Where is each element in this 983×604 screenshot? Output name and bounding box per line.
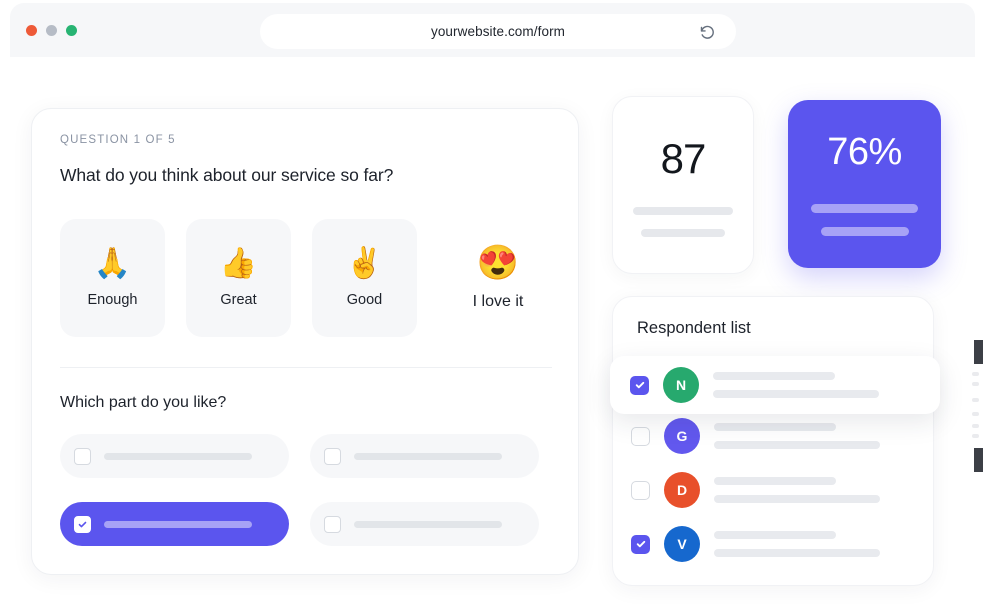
avatar: N <box>663 367 699 403</box>
checkbox-icon[interactable] <box>631 480 650 500</box>
checkbox-row-4[interactable] <box>310 502 539 546</box>
respondent-placeholder-lines <box>714 477 915 503</box>
respondent-row[interactable]: D <box>613 463 933 517</box>
thumbs-up-emoji: 👍 <box>219 246 258 280</box>
question-card: QUESTION 1 OF 5 What do you think about … <box>31 108 579 575</box>
respondent-placeholder-lines <box>713 372 920 398</box>
edge-artifact <box>972 424 979 428</box>
maximize-window-button[interactable] <box>66 25 77 36</box>
respondent-list-title: Respondent list <box>637 319 751 337</box>
emoji-option-label: I love it <box>472 292 524 310</box>
edge-artifact <box>972 434 979 438</box>
browser-toolbar: yourwebsite.com/form <box>10 3 975 57</box>
stat-card-count: 87 <box>612 96 754 274</box>
placeholder-bar <box>641 229 725 237</box>
question-title: What do you think about our service so f… <box>60 165 394 185</box>
avatar: G <box>664 418 700 454</box>
edge-artifact <box>972 398 979 402</box>
placeholder-bar <box>714 495 880 503</box>
stat-value: 76% <box>827 131 902 173</box>
respondent-row-highlighted[interactable]: N <box>610 356 940 414</box>
checkbox-option-group <box>60 434 556 546</box>
close-window-button[interactable] <box>26 25 37 36</box>
edge-artifact <box>972 382 979 386</box>
placeholder-bar <box>104 520 252 528</box>
emoji-option-label: Good <box>346 291 383 308</box>
checkbox-row-3-selected[interactable] <box>60 502 289 546</box>
stat-card-percentage: 76% <box>788 100 941 268</box>
edge-artifact <box>974 340 983 364</box>
placeholder-bar <box>104 452 252 460</box>
respondent-row[interactable]: V <box>613 517 933 571</box>
question-progress-label: QUESTION 1 OF 5 <box>60 134 176 146</box>
edge-artifact <box>972 412 979 416</box>
emoji-option-label: Great <box>220 291 257 308</box>
placeholder-bar <box>714 549 880 557</box>
avatar: V <box>664 526 700 562</box>
avatar: D <box>664 472 700 508</box>
placeholder-bar <box>714 477 836 485</box>
stat-placeholder-group <box>613 207 753 237</box>
respondent-placeholder-lines <box>714 531 915 557</box>
checkbox-icon[interactable] <box>324 515 341 533</box>
checkbox-icon[interactable] <box>324 447 341 465</box>
checkbox-icon[interactable] <box>74 447 91 465</box>
checkbox-row-1[interactable] <box>60 434 289 478</box>
emoji-option-label: Enough <box>87 291 138 308</box>
placeholder-bar <box>354 520 502 528</box>
checkbox-row-2[interactable] <box>310 434 539 478</box>
placeholder-bar <box>714 531 836 539</box>
edge-artifact <box>974 448 983 472</box>
placeholder-bar <box>713 390 879 398</box>
subquestion-title: Which part do you like? <box>60 394 227 411</box>
smiling-face-with-hearts-emoji: 😍 <box>476 243 520 282</box>
placeholder-bar <box>714 423 836 431</box>
placeholder-bar <box>713 372 835 380</box>
placeholder-bar <box>811 204 918 213</box>
placeholder-bar <box>354 452 502 460</box>
emoji-option-great[interactable]: 👍 Great <box>186 219 291 337</box>
respondent-placeholder-lines <box>714 423 915 449</box>
victory-hand-emoji: ✌️ <box>345 246 384 280</box>
checkbox-icon[interactable] <box>631 534 650 554</box>
address-bar[interactable]: yourwebsite.com/form <box>260 14 736 49</box>
respondent-row[interactable]: G <box>613 409 933 463</box>
browser-mockup: yourwebsite.com/form QUESTION 1 OF 5 Wha… <box>0 0 983 604</box>
placeholder-bar <box>714 441 880 449</box>
emoji-option-good[interactable]: ✌️ Good <box>312 219 417 337</box>
edge-artifact <box>972 372 979 376</box>
placeholder-bar <box>820 227 909 236</box>
checkbox-icon[interactable] <box>631 426 650 446</box>
respondent-list-card: Respondent list N G <box>612 296 934 586</box>
emoji-option-i-love-it[interactable]: 😍 I love it <box>438 214 558 342</box>
window-controls <box>26 25 77 36</box>
reload-icon[interactable] <box>699 23 716 40</box>
emoji-option-group: 🙏 Enough 👍 Great ✌️ Good 😍 I love it <box>60 219 560 341</box>
minimize-window-button[interactable] <box>46 25 57 36</box>
checkbox-icon[interactable] <box>630 375 649 395</box>
stat-value: 87 <box>660 135 707 182</box>
checkbox-icon[interactable] <box>74 515 91 533</box>
url-text: yourwebsite.com/form <box>430 24 566 39</box>
placeholder-bar <box>633 207 733 215</box>
folded-hands-emoji: 🙏 <box>93 246 132 280</box>
stat-placeholder-group <box>788 204 941 236</box>
emoji-option-enough[interactable]: 🙏 Enough <box>60 219 165 337</box>
section-divider <box>60 367 552 368</box>
